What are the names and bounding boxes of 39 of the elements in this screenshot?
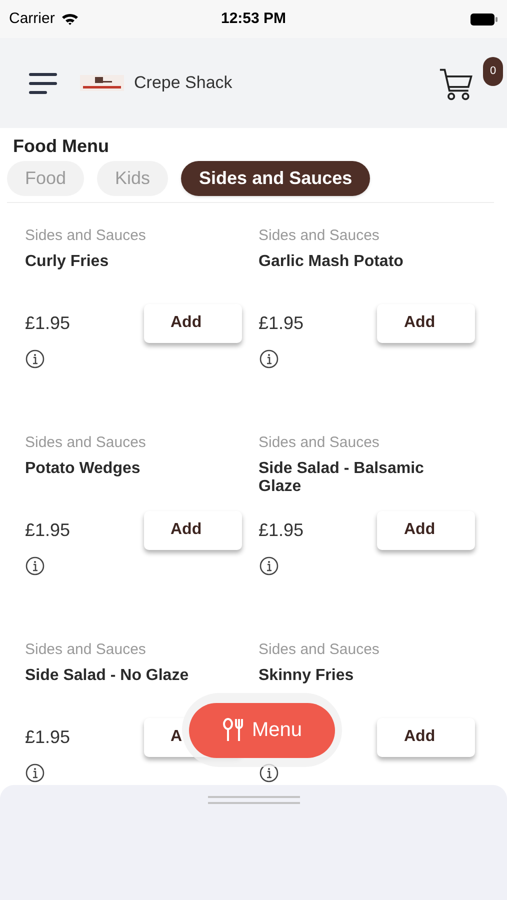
- item-price: £1.95: [25, 518, 70, 542]
- item-category: Sides and Sauces: [25, 227, 147, 245]
- carrier-label: Carrier: [9, 8, 55, 29]
- add-button[interactable]: Add: [377, 304, 475, 342]
- category-tab[interactable]: Sides and Sauces: [181, 161, 370, 196]
- item-name: Garlic Mash Potato: [258, 253, 404, 272]
- item-price: £1.95: [258, 518, 304, 542]
- item-category: Sides and Sauces: [258, 434, 380, 452]
- info-icon[interactable]: [25, 763, 45, 783]
- item-category: Sides and Sauces: [25, 434, 147, 452]
- info-icon[interactable]: [258, 556, 278, 576]
- item-name: Skinny Fries: [258, 667, 355, 686]
- item-name: Curly Fries: [25, 253, 110, 272]
- item-price: £1.95: [25, 726, 70, 748]
- menu-icon[interactable]: [29, 72, 58, 94]
- status-time: 12:53 PM: [220, 8, 286, 29]
- item-name: Potato Wedges: [25, 460, 142, 479]
- item-price: £1.95: [258, 312, 304, 334]
- logo-icon: [80, 75, 124, 91]
- item-category: Sides and Sauces: [25, 641, 147, 659]
- item-price: £1.95: [25, 312, 70, 334]
- battery-icon: [470, 12, 498, 26]
- item-name: Side Salad - Balsamic Glaze: [258, 460, 425, 497]
- add-button[interactable]: Add: [377, 718, 475, 756]
- info-icon[interactable]: [25, 556, 45, 576]
- item-name: Side Salad - No Glaze: [25, 667, 190, 686]
- add-button[interactable]: Add: [377, 510, 475, 550]
- drag-handle-icon[interactable]: [208, 795, 300, 805]
- info-icon[interactable]: [25, 349, 45, 369]
- item-category: Sides and Sauces: [258, 227, 380, 245]
- utensils-icon: [222, 718, 244, 742]
- cart-count-badge: 0: [483, 57, 503, 86]
- item-category: Sides and Sauces: [258, 641, 380, 659]
- page-title: Food Menu: [13, 135, 110, 157]
- add-button[interactable]: Add: [144, 304, 242, 342]
- wifi-icon: [60, 12, 79, 26]
- brand-name: Crepe Shack: [134, 72, 232, 94]
- add-button[interactable]: Add: [144, 510, 242, 550]
- info-icon[interactable]: [258, 349, 278, 369]
